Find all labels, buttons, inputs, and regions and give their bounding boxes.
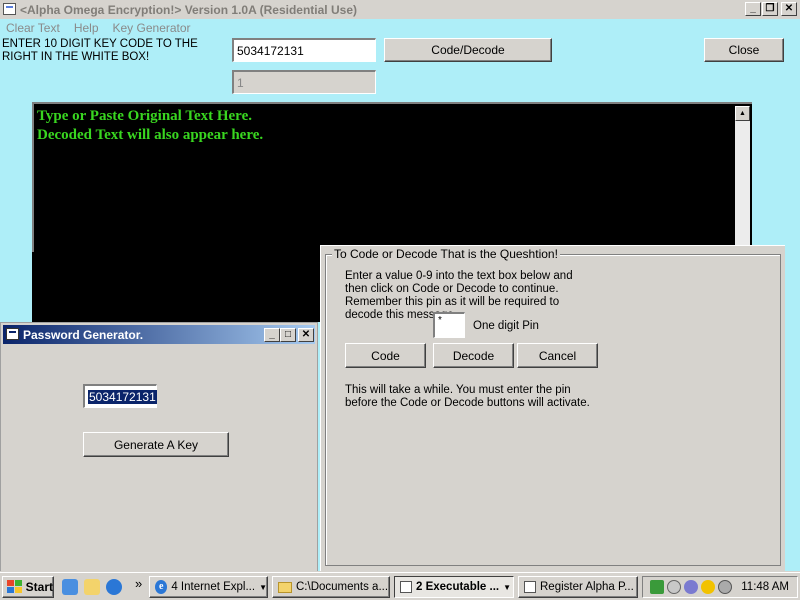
text-area[interactable]: Type or Paste Original Text Here. Decode… (32, 102, 752, 252)
code-decode-instructions: Enter a value 0-9 into the text box belo… (345, 270, 573, 321)
maximize-icon[interactable]: □ (280, 328, 296, 342)
quicklaunch-chevron-icon[interactable]: » (135, 576, 142, 591)
text-area-lower (32, 252, 320, 322)
explorer-icon[interactable] (84, 579, 100, 595)
taskbar-item-documents[interactable]: C:\Documents a... (272, 576, 390, 598)
windows-flag-icon (7, 580, 23, 594)
messenger-icon[interactable] (701, 580, 716, 594)
pin-label: One digit Pin (473, 320, 539, 332)
security-icon[interactable] (684, 580, 699, 594)
window-icon (6, 328, 19, 340)
key-code-input[interactable]: 5034172131 (232, 38, 376, 62)
minimize-icon[interactable]: _ (745, 2, 761, 16)
close-button[interactable]: Close (704, 38, 784, 62)
flash-icon[interactable] (667, 580, 682, 594)
code-decode-note: This will take a while. You must enter t… (345, 384, 590, 409)
password-generator-window: Password Generator. _ □ ✕ 5034172131 Gen… (0, 322, 318, 572)
app-icon (3, 3, 16, 15)
code-button[interactable]: Code (345, 343, 426, 368)
taskbar: Start » e 4 Internet Expl... ▼ C:\Docume… (0, 572, 800, 600)
folder-icon (278, 581, 292, 593)
taskbar-item-register[interactable]: Register Alpha P... (518, 576, 638, 598)
document-icon (524, 581, 536, 593)
code-decode-groupbox: To Code or Decode That is the Queshtion!… (325, 247, 781, 566)
system-tray: 11:48 AM (642, 576, 798, 598)
taskbar-item-label: 4 Internet Expl... (171, 581, 256, 593)
groupbox-title: To Code or Decode That is the Queshtion! (332, 247, 560, 261)
code-decode-button[interactable]: Code/Decode (384, 38, 552, 62)
show-desktop-icon[interactable] (62, 579, 78, 595)
clock[interactable]: 11:48 AM (741, 581, 789, 593)
cancel-button[interactable]: Cancel (517, 343, 598, 368)
main-window-title: <Alpha Omega Encryption!> Version 1.0A (… (20, 2, 357, 17)
taskbar-item-label: Register Alpha P... (540, 581, 634, 593)
start-button[interactable]: Start (2, 576, 54, 598)
taskbar-item-executable[interactable]: 2 Executable ... ▼ (394, 576, 514, 598)
scrollbar[interactable] (735, 121, 750, 252)
menu-help[interactable]: Help (74, 21, 99, 35)
pin-input[interactable]: * (433, 312, 465, 338)
password-generator-title-bar[interactable]: Password Generator. _ □ ✕ (3, 325, 315, 344)
minimize-icon[interactable]: _ (264, 328, 280, 342)
text-area-line: Decoded Text will also appear here. (37, 127, 264, 143)
restore-icon[interactable]: ❐ (762, 2, 778, 16)
password-generator-title: Password Generator. (23, 327, 144, 342)
network-icon[interactable] (650, 580, 665, 594)
taskbar-item-internet-explorer[interactable]: e 4 Internet Expl... ▼ (149, 576, 268, 598)
generate-key-button[interactable]: Generate A Key (83, 432, 229, 457)
scroll-up-icon[interactable]: ▲ (735, 106, 750, 121)
key-instruction-label: ENTER 10 DIGIT KEY CODE TO THE RIGHT IN … (2, 38, 198, 63)
dropdown-arrow-icon: ▼ (259, 582, 267, 592)
app-icon (400, 581, 412, 593)
taskbar-item-label: C:\Documents a... (296, 581, 389, 593)
close-icon[interactable]: ✕ (298, 328, 314, 342)
text-area-line: Type or Paste Original Text Here. (37, 108, 252, 124)
main-title-bar[interactable]: <Alpha Omega Encryption!> Version 1.0A (… (0, 0, 800, 19)
start-label: Start (25, 580, 53, 594)
menu-clear-text[interactable]: Clear Text (6, 21, 60, 35)
menu-bar: Clear Text Help Key Generator (0, 19, 800, 37)
menu-key-generator[interactable]: Key Generator (113, 21, 191, 35)
pin-display-field: 1 (232, 70, 376, 94)
generated-key-field[interactable]: 5034172131 (83, 384, 157, 408)
close-icon[interactable]: ✕ (781, 2, 797, 16)
volume-icon[interactable] (718, 580, 733, 594)
decode-button[interactable]: Decode (433, 343, 514, 368)
ie-quicklaunch-icon[interactable] (106, 579, 122, 595)
taskbar-item-label: 2 Executable ... (416, 581, 500, 593)
ie-icon: e (155, 580, 168, 594)
generated-key-value: 5034172131 (88, 389, 157, 404)
dropdown-arrow-icon: ▼ (503, 582, 512, 592)
code-decode-panel: To Code or Decode That is the Queshtion!… (320, 245, 785, 572)
